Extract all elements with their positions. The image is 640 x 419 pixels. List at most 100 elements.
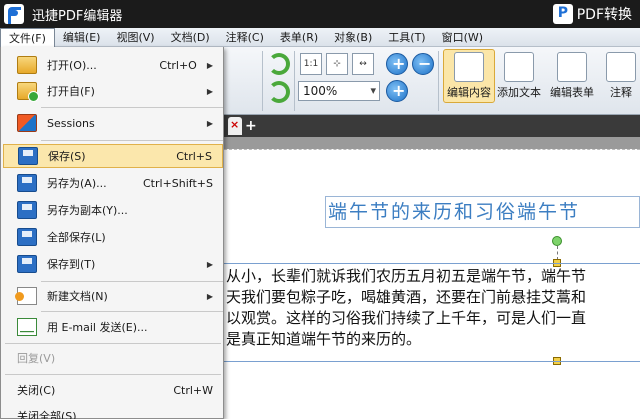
menu-new-document-label: 新建文档(N) xyxy=(47,290,108,303)
menu-document[interactable]: 文档(D) xyxy=(163,28,218,47)
edit-form-button[interactable]: 编辑表单 xyxy=(550,52,594,100)
menu-save-as[interactable]: 另存为(A)... Ctrl+Shift+S xyxy=(3,171,223,195)
menu-revert-label: 回复(V) xyxy=(17,352,56,365)
zoom-in-icon[interactable] xyxy=(386,53,408,75)
folder-open-icon xyxy=(17,56,37,74)
menu-separator xyxy=(41,140,223,141)
menu-open-label: 打开(O)... xyxy=(47,59,97,72)
pdf-paragraph[interactable]: 从小，长辈们就诉我们农历五月初五是端午节，端午节 天我们要包粽子吃，喝雄黄酒，还… xyxy=(226,266,640,350)
menu-email-label: 用 E-mail 发送(E)... xyxy=(47,321,148,334)
menu-save-as-label: 另存为(A)... xyxy=(47,177,107,190)
submenu-arrow-icon: ▶ xyxy=(206,60,213,70)
paragraph-line: 从小，长辈们就诉我们农历五月初五是端午节，端午节 xyxy=(226,267,587,285)
menu-save-as-shortcut: Ctrl+Shift+S xyxy=(143,176,213,190)
menu-open-from-label: 打开自(F) xyxy=(47,85,95,98)
save-to-icon xyxy=(17,255,37,273)
menu-save-label: 保存(S) xyxy=(48,150,86,163)
menu-save-copy[interactable]: 另存为副本(Y)... xyxy=(3,198,223,222)
file-menu-dropdown: 打开(O)... Ctrl+O ▶ 打开自(F) ▶ Sessions ▶ 保存… xyxy=(0,47,224,419)
menu-save[interactable]: 保存(S) Ctrl+S xyxy=(3,144,223,168)
toolbar-separator xyxy=(438,51,439,111)
new-document-icon xyxy=(15,287,37,305)
menu-object[interactable]: 对象(B) xyxy=(326,28,380,47)
menu-separator xyxy=(5,343,221,344)
revert-icon xyxy=(17,349,37,367)
paragraph-line: 以观赏。这样的习俗我们持续了上千年，可是人们一直 xyxy=(226,309,587,327)
save-as-icon xyxy=(17,174,37,192)
actual-size-icon[interactable]: 1:1 xyxy=(300,53,322,75)
close-icon xyxy=(17,381,37,399)
zoom-tool-icon[interactable] xyxy=(386,80,408,102)
menu-close[interactable]: 关闭(C) Ctrl+W xyxy=(3,378,223,402)
paragraph-line: 天我们要包粽子吃，喝雄黄酒，还要在门前悬挂艾蒿和 xyxy=(226,288,587,306)
title-bar: 迅捷PDF编辑器 PDF转换 xyxy=(0,0,640,28)
menu-save-copy-label: 另存为副本(Y)... xyxy=(47,204,128,217)
paragraph-line: 是真正知道端午节的来历的。 xyxy=(226,330,422,348)
menu-open[interactable]: 打开(O)... Ctrl+O ▶ xyxy=(3,53,223,77)
fit-page-icon[interactable]: ⊹ xyxy=(326,53,348,75)
menu-comment[interactable]: 注释(C) xyxy=(218,28,272,47)
add-text-label: 添加文本 xyxy=(497,86,541,99)
fit-width-icon[interactable]: ↔ xyxy=(352,53,374,75)
menu-open-from[interactable]: 打开自(F) ▶ xyxy=(3,79,223,103)
close-all-icon xyxy=(17,407,37,419)
email-icon xyxy=(17,318,37,336)
pdf-heading-text[interactable]: 端午节的来历和习俗端午节 xyxy=(325,196,640,228)
folder-open-from-icon xyxy=(17,82,39,102)
menu-save-all[interactable]: 全部保存(L) xyxy=(3,225,223,249)
menu-tools[interactable]: 工具(T) xyxy=(380,28,433,47)
menu-file[interactable]: 文件(F) xyxy=(0,27,55,47)
menu-window[interactable]: 窗口(W) xyxy=(434,28,491,47)
menu-separator xyxy=(41,311,223,312)
pdf-convert-button[interactable]: PDF转换 xyxy=(552,3,632,25)
menu-bar: 文件(F) 编辑(E) 视图(V) 文档(D) 注释(C) 表单(R) 对象(B… xyxy=(0,27,640,47)
toolbar-separator xyxy=(262,51,263,111)
rotate-handle-line xyxy=(557,246,558,260)
menu-form[interactable]: 表单(R) xyxy=(272,28,326,47)
menu-email[interactable]: 用 E-mail 发送(E)... xyxy=(3,315,223,339)
add-text-icon xyxy=(504,52,534,82)
menu-save-shortcut: Ctrl+S xyxy=(176,149,212,163)
add-text-button[interactable]: 添加文本 xyxy=(497,52,541,100)
menu-close-all-label: 关闭全部(S) xyxy=(17,410,77,419)
save-copy-icon xyxy=(17,201,37,219)
app-title: 迅捷PDF编辑器 xyxy=(32,8,123,24)
menu-new-document[interactable]: 新建文档(N) ▶ xyxy=(3,284,223,308)
menu-revert: 回复(V) xyxy=(3,346,223,370)
close-tab-icon[interactable]: × xyxy=(230,118,239,131)
submenu-arrow-icon: ▶ xyxy=(206,291,213,301)
toolbar-separator xyxy=(294,51,295,111)
menu-separator xyxy=(5,374,221,375)
sessions-icon xyxy=(17,114,37,132)
menu-close-label: 关闭(C) xyxy=(17,384,56,397)
edit-content-icon xyxy=(454,52,484,82)
edit-content-label: 编辑内容 xyxy=(447,86,491,99)
edit-form-icon xyxy=(557,52,587,82)
zoom-select[interactable]: 100% xyxy=(298,81,380,101)
edit-content-button[interactable]: 编辑内容 xyxy=(443,49,495,103)
menu-close-all[interactable]: 关闭全部(S) xyxy=(3,404,223,419)
save-all-icon xyxy=(17,228,37,246)
annotate-label: 注释 xyxy=(610,86,632,99)
menu-sessions[interactable]: Sessions ▶ xyxy=(3,111,223,135)
menu-separator xyxy=(41,107,223,108)
annotate-icon xyxy=(606,52,636,82)
rotate-counterclockwise-icon[interactable] xyxy=(268,81,290,103)
menu-save-to-label: 保存到(T) xyxy=(47,258,96,271)
edit-form-label: 编辑表单 xyxy=(550,86,594,99)
menu-close-shortcut: Ctrl+W xyxy=(173,383,213,397)
menu-save-to[interactable]: 保存到(T) ▶ xyxy=(3,252,223,276)
annotate-button[interactable]: 注释 xyxy=(606,52,636,100)
zoom-out-icon[interactable] xyxy=(412,53,434,75)
rotate-clockwise-icon[interactable] xyxy=(268,53,290,75)
menu-save-all-label: 全部保存(L) xyxy=(47,231,106,244)
pdf-convert-label: PDF转换 xyxy=(576,7,632,23)
submenu-arrow-icon: ▶ xyxy=(206,259,213,269)
menu-view[interactable]: 视图(V) xyxy=(108,28,162,47)
menu-open-shortcut: Ctrl+O xyxy=(159,58,197,72)
menu-edit[interactable]: 编辑(E) xyxy=(55,28,109,47)
new-tab-icon[interactable]: + xyxy=(245,118,257,134)
rotate-handle[interactable] xyxy=(552,236,562,246)
pdf-convert-icon xyxy=(552,4,573,24)
menu-separator xyxy=(41,281,223,282)
